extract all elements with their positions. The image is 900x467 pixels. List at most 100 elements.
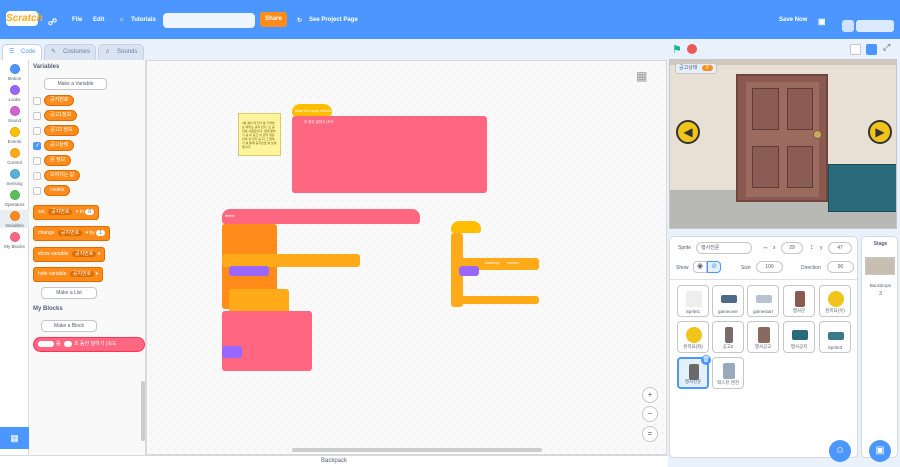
sprite-tile[interactable]: Sprite3 <box>819 321 851 353</box>
green-flag-icon[interactable]: ⚑ <box>672 43 682 56</box>
category-sensing[interactable]: Sensing <box>0 169 29 186</box>
show-visible-icon[interactable]: ◉ <box>693 261 707 273</box>
normal-stage-icon[interactable] <box>866 44 877 55</box>
custom-block[interactable]: 를 초 동안 말하기 (속도 <box>33 337 145 352</box>
category-events[interactable]: Events <box>0 127 29 144</box>
category-operators[interactable]: Operators <box>0 190 29 207</box>
looks-block[interactable] <box>229 266 269 276</box>
right-arrow-icon[interactable]: ▶ <box>868 120 892 144</box>
tab-costumes[interactable]: ✎ Costumes <box>44 44 96 60</box>
sprite-tile[interactable]: gamestart <box>747 285 779 317</box>
value-input[interactable]: 1 <box>96 230 105 236</box>
stop-icon[interactable] <box>687 44 697 54</box>
var-checkbox[interactable] <box>33 157 41 165</box>
variable-monitor[interactable]: 공고상태 0 <box>675 63 717 74</box>
say-blocks-stack[interactable] <box>292 116 487 193</box>
fullscreen-icon[interactable]: ⤢ <box>883 42 890 53</box>
var-block[interactable]: 공고1정보 <box>44 110 78 121</box>
custom-call-blocks[interactable] <box>222 311 312 371</box>
choose-backdrop-icon[interactable]: ▣ <box>869 440 891 462</box>
zoom-in-icon[interactable]: + <box>642 387 658 403</box>
sprite-tile[interactable]: 공고2 <box>712 321 744 353</box>
avatar[interactable] <box>842 20 854 32</box>
sprite-tile[interactable]: 왼쪽묘(우) <box>819 285 851 317</box>
control-end[interactable] <box>451 296 539 304</box>
var-block[interactable]: 공고상태 <box>44 140 75 151</box>
sprite-tile[interactable]: 행사공지 <box>783 321 815 353</box>
var-checkbox[interactable] <box>33 127 41 135</box>
direction-input[interactable]: 90 <box>827 261 854 273</box>
share-button[interactable]: Share <box>260 12 287 27</box>
project-title-input[interactable] <box>163 13 255 28</box>
zoom-reset-icon[interactable]: = <box>642 426 658 442</box>
var-checkbox[interactable] <box>33 112 41 120</box>
sprite-tile[interactable]: Sprite1 <box>677 285 709 317</box>
palette-scrollbar[interactable] <box>141 381 145 441</box>
looks-block[interactable] <box>222 346 242 358</box>
left-arrow-icon[interactable]: ◀ <box>676 120 700 144</box>
var-dropdown[interactable]: 공지번호 <box>57 230 83 236</box>
looks-block[interactable] <box>459 266 479 276</box>
block-input[interactable] <box>38 341 54 347</box>
var-checkbox[interactable] <box>33 172 41 180</box>
set-variable-block[interactable]: set 공지번호 ▾ to 0 <box>33 205 100 220</box>
sprite-tile-selected[interactable]: 행사진문 🗑 <box>677 355 711 389</box>
small-stage-icon[interactable] <box>850 44 861 55</box>
stage-panel[interactable]: Stage Backdrops 3 ▣ <box>861 236 898 462</box>
var-block[interactable]: 공지번호 <box>44 95 75 106</box>
tab-code[interactable]: ☰ Code <box>2 44 42 61</box>
tutorials-menu[interactable]: Tutorials <box>131 17 156 23</box>
category-motion[interactable]: Motion <box>0 64 29 81</box>
block-input[interactable] <box>64 341 72 347</box>
scratch-logo[interactable]: Scratch <box>6 11 43 26</box>
extension-button[interactable]: ▦ <box>0 427 29 449</box>
save-now-button[interactable]: Save Now <box>779 17 807 23</box>
file-menu[interactable]: File <box>72 17 82 23</box>
category-control[interactable]: Control <box>0 148 29 165</box>
see-project-page-button[interactable]: See Project Page <box>309 17 358 23</box>
change-variable-block[interactable]: change 공지번호 ▾ by 1 <box>33 226 110 241</box>
sprite-tile[interactable]: 행사공고 <box>747 321 779 353</box>
size-input[interactable]: 100 <box>756 261 783 273</box>
var-block[interactable]: 보여지는 값 <box>44 170 81 181</box>
say-block-last[interactable] <box>292 185 417 193</box>
category-my-blocks[interactable]: My Blocks <box>0 232 29 249</box>
make-list-button[interactable]: Make a List <box>41 287 97 299</box>
y-input[interactable]: 47 <box>828 242 852 254</box>
hide-variable-block[interactable]: hide variable 공지번호 ▾ <box>33 267 104 282</box>
sprite-tile[interactable]: gameover <box>712 285 744 317</box>
stage[interactable]: ◀ ▶ 공고상태 0 <box>669 59 897 229</box>
delete-icon[interactable]: 🗑 <box>701 355 711 365</box>
tab-sounds[interactable]: ♬ Sounds <box>98 44 144 60</box>
category-variables[interactable]: Variables <box>0 210 29 228</box>
var-checkbox-checked[interactable]: ✓ <box>33 142 41 150</box>
var-checkbox[interactable] <box>33 187 41 195</box>
folder-icon[interactable]: ▣ <box>818 17 826 26</box>
var-dropdown[interactable]: 공지번호 <box>71 251 97 257</box>
comment-note[interactable]: 4월 퀘이 타기다 날 기억하는 에리는 공지 빈다. 초 공지를 사용합니다.… <box>238 113 281 156</box>
var-checkbox[interactable] <box>33 97 41 105</box>
var-block[interactable]: cookie <box>44 185 71 196</box>
horizontal-scrollbar[interactable] <box>292 448 542 452</box>
sprite-tile[interactable]: 픽스뮤 엔진 <box>712 357 744 389</box>
globe-icon[interactable]: ☍ <box>48 17 57 28</box>
sprite-name-input[interactable]: 행사진문 <box>696 242 752 254</box>
username[interactable] <box>856 20 894 32</box>
show-variable-block[interactable]: show variable 공지번호 ▾ <box>33 247 106 262</box>
var-dropdown[interactable]: 공지번호 <box>69 271 95 277</box>
hide-visible-icon[interactable]: ⊘ <box>707 261 721 273</box>
x-input[interactable]: 29 <box>781 242 803 254</box>
var-block[interactable]: 문 정보 <box>44 155 72 166</box>
zoom-out-icon[interactable]: − <box>642 406 658 422</box>
make-variable-button[interactable]: Make a Variable <box>44 78 107 90</box>
event-hat-block[interactable]: when this sprite clicked <box>292 104 332 116</box>
sprite-tile[interactable]: 왼쪽묘(좌) <box>677 321 709 353</box>
edit-menu[interactable]: Edit <box>93 17 104 23</box>
category-looks[interactable]: Looks <box>0 85 29 102</box>
var-block[interactable]: 공고2 정보 <box>44 125 79 136</box>
code-workspace[interactable]: 4월 퀘이 타기다 날 기억하는 에리는 공지 빈다. 초 공지를 사용합니다.… <box>141 60 667 455</box>
make-block-button[interactable]: Make a Block <box>41 320 97 332</box>
define-block[interactable]: define <box>222 209 420 224</box>
sprite-tile[interactable]: 행사문 <box>783 285 815 317</box>
choose-sprite-icon[interactable]: ☺ <box>829 440 851 462</box>
